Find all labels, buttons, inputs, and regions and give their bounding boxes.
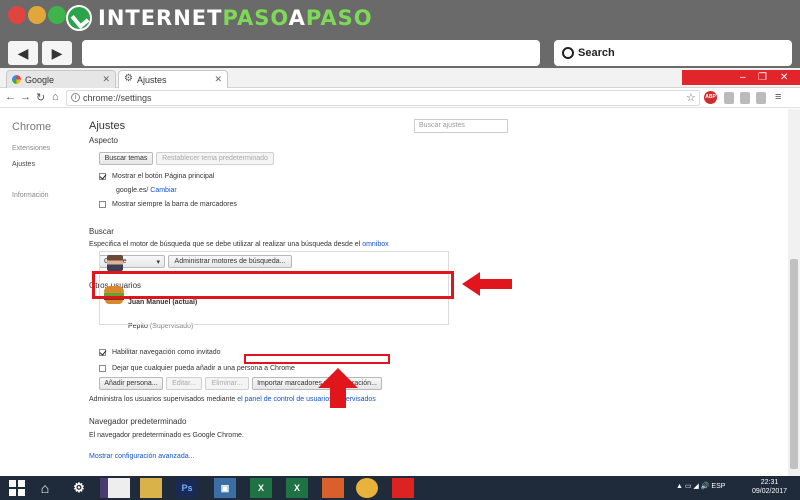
page-title: Ajustes [89, 120, 126, 132]
sidebar-item-extensiones[interactable]: Extensiones [12, 145, 50, 152]
search-themes-button[interactable]: Buscar temas [99, 152, 153, 165]
outer-search-field[interactable]: Search [554, 40, 792, 66]
add-person-button[interactable]: Añadir persona... [99, 377, 163, 390]
tab-strip: Google ✕ ⚙ Ajustes ✕ – ❐ ✕ [0, 68, 800, 88]
check-logo-icon [66, 5, 92, 31]
home-icon[interactable]: ⌂ [52, 91, 59, 103]
brand-logo: INTERNETPASOAPASO [66, 4, 373, 32]
sheet-icon[interactable]: X [286, 478, 308, 498]
show-home-label: Mostrar el botón Página principal [112, 173, 215, 180]
sidebar-title: Chrome [12, 121, 52, 133]
tab-google[interactable]: Google ✕ [6, 70, 116, 88]
tab-ajustes[interactable]: ⚙ Ajustes ✕ [118, 70, 228, 88]
show-bookmarks-label: Mostrar siempre la barra de marcadores [112, 201, 237, 208]
extension-icon[interactable] [756, 92, 766, 104]
omnibox[interactable]: i chrome://settings [66, 90, 700, 106]
highlight-box-user [92, 271, 454, 299]
forward-arrow-icon[interactable]: ▶ [42, 41, 72, 65]
anyone-add-checkbox[interactable] [99, 365, 106, 372]
taskbar: ⌂ ⚙ Ps ▣ X X ▲ ▭ ◢ 🔊 ESP 22:31 09/02/2017 [0, 476, 800, 500]
gear-icon: ⚙ [124, 73, 133, 84]
scroll-thumb[interactable] [790, 259, 798, 469]
minimize-icon[interactable]: – [740, 72, 746, 83]
reset-theme-button[interactable]: Restablecer tema predeterminado [156, 152, 274, 165]
change-home-link[interactable]: Cambiar [150, 187, 176, 194]
adblock-icon[interactable]: ABP [704, 91, 717, 104]
restore-icon[interactable]: ❐ [758, 72, 767, 83]
guest-browsing-checkbox[interactable] [99, 349, 106, 356]
outer-url-bar[interactable] [82, 40, 540, 66]
folder-icon[interactable] [140, 478, 162, 498]
highlight-box-link [244, 354, 390, 364]
up-arrow-annotation-icon [318, 368, 358, 408]
search-settings-input[interactable]: Buscar ajustes [414, 119, 508, 133]
guest-browsing-label: Habilitar navegación como invitado [112, 349, 221, 356]
system-tray: ▲ ▭ ◢ 🔊 ESP [676, 483, 726, 490]
chrome-icon[interactable] [356, 478, 378, 498]
sidebar-item-informacion[interactable]: Información [12, 192, 49, 199]
brand-text: INTERNETPASOAPASO [98, 6, 373, 30]
info-icon: i [71, 93, 80, 102]
image-viewer-icon[interactable] [322, 478, 344, 498]
back-icon[interactable]: ← [5, 91, 16, 103]
section-buscar: Buscar [89, 227, 114, 236]
extension-icon[interactable] [724, 92, 734, 104]
scrollbar[interactable] [788, 109, 800, 476]
advanced-settings-link[interactable]: Mostrar configuración avanzada... [89, 453, 194, 460]
close-dot-icon[interactable] [8, 6, 26, 24]
zoom-dot-icon[interactable] [48, 6, 66, 24]
section-aspecto: Aspecto [89, 136, 118, 145]
clock[interactable]: 22:31 09/02/2017 [752, 478, 787, 496]
browser-toolbar: ← → ↻ ⌂ i chrome://settings ☆ ABP ≡ [0, 88, 800, 108]
outer-nav: ◀ ▶ Search [0, 36, 800, 68]
bookmark-star-icon[interactable]: ☆ [686, 91, 696, 104]
extension-icon[interactable] [740, 92, 750, 104]
default-browser-desc: El navegador predeterminado es Google Ch… [89, 432, 244, 439]
settings-gear-icon[interactable]: ⚙ [68, 478, 90, 498]
save-disk-icon[interactable]: ▣ [214, 478, 236, 498]
window-controls-bar: – ❐ ✕ [682, 70, 800, 85]
search-desc: Especifica el motor de búsqueda que se d… [89, 241, 389, 248]
windows-start-icon[interactable] [6, 478, 28, 498]
search-icon [562, 47, 574, 59]
import-bookmarks-button[interactable]: Importar marcadores y configuración... [252, 377, 382, 390]
back-arrow-icon[interactable]: ◀ [8, 41, 38, 65]
document-icon[interactable] [108, 478, 130, 498]
reload-icon[interactable]: ↻ [36, 91, 45, 104]
home-url: google.es/ Cambiar [116, 187, 177, 194]
close-icon[interactable]: ✕ [780, 72, 788, 83]
close-tab-icon[interactable]: ✕ [214, 74, 222, 85]
excel-icon[interactable]: X [250, 478, 272, 498]
section-navegador: Navegador predeterminado [89, 417, 187, 426]
photoshop-icon[interactable]: Ps [176, 478, 198, 498]
google-favicon-icon [12, 75, 21, 84]
sidebar-item-ajustes[interactable]: Ajustes [12, 161, 35, 168]
home-icon[interactable]: ⌂ [34, 478, 56, 498]
show-home-checkbox[interactable] [99, 173, 106, 180]
omnibox-link[interactable]: omnibox [362, 241, 388, 248]
app-red-icon[interactable] [392, 478, 414, 498]
minimize-dot-icon[interactable] [28, 6, 46, 24]
user-photo-avatar[interactable] [107, 255, 123, 271]
remove-person-button[interactable]: Eliminar... [205, 377, 249, 390]
close-tab-icon[interactable]: ✕ [102, 74, 110, 85]
edit-person-button[interactable]: Editar... [166, 377, 202, 390]
forward-icon[interactable]: → [20, 91, 31, 103]
left-arrow-annotation-icon [462, 272, 512, 296]
outer-titlebar: INTERNETPASOAPASO [0, 0, 800, 36]
menu-icon[interactable]: ≡ [775, 91, 781, 103]
show-bookmarks-checkbox[interactable] [99, 201, 106, 208]
anyone-add-label: Dejar que cualquier pueda añadir a una p… [112, 365, 295, 372]
